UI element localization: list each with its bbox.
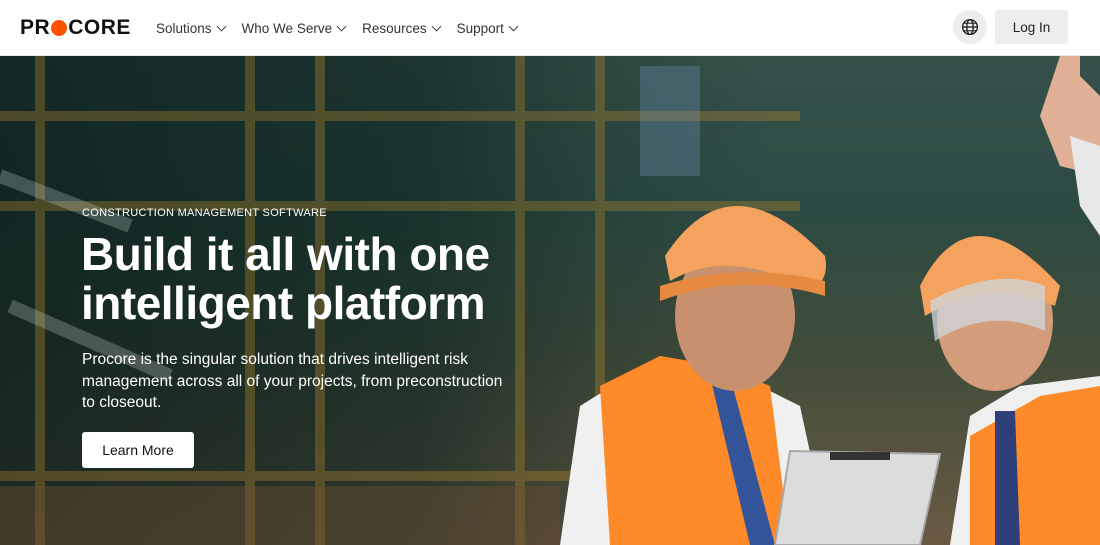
hero-banner: CONSTRUCTION MANAGEMENT SOFTWARE Build i… — [0, 56, 1100, 545]
menu-item-who-we-serve[interactable]: Who We Serve — [241, 20, 347, 36]
menu-item-solutions[interactable]: Solutions — [156, 20, 226, 36]
menu-item-label: Who We Serve — [241, 20, 333, 36]
main-menu: Solutions Who We Serve Resources Support — [156, 0, 519, 56]
login-button[interactable]: Log In — [995, 10, 1068, 44]
hero-headline: Build it all with one intelligent platfo… — [81, 230, 551, 328]
learn-more-button[interactable]: Learn More — [82, 432, 194, 468]
headline-line-1: Build it all with one — [81, 228, 490, 280]
language-selector-button[interactable] — [953, 10, 987, 44]
logo-o-mark-icon — [51, 20, 68, 36]
menu-item-resources[interactable]: Resources — [362, 20, 442, 36]
logo-text-end: CORE — [68, 16, 131, 39]
logo-text-start: PR — [20, 16, 51, 39]
construction-workers-image — [560, 56, 1100, 545]
chevron-down-icon — [216, 21, 226, 31]
top-navigation: PR CORE Solutions Who We Serve Resources … — [0, 0, 1100, 56]
procore-logo[interactable]: PR CORE — [20, 16, 131, 39]
globe-icon — [961, 18, 979, 36]
chevron-down-icon — [336, 21, 347, 31]
hero-eyebrow: CONSTRUCTION MANAGEMENT SOFTWARE — [82, 207, 327, 219]
chevron-down-icon — [508, 21, 519, 31]
menu-item-support[interactable]: Support — [456, 20, 519, 36]
chevron-down-icon — [431, 21, 442, 31]
menu-item-label: Solutions — [156, 20, 212, 36]
menu-item-label: Resources — [362, 20, 427, 36]
menu-item-label: Support — [456, 20, 504, 36]
headline-line-2: intelligent platform — [81, 277, 486, 329]
hero-description: Procore is the singular solution that dr… — [82, 351, 503, 411]
